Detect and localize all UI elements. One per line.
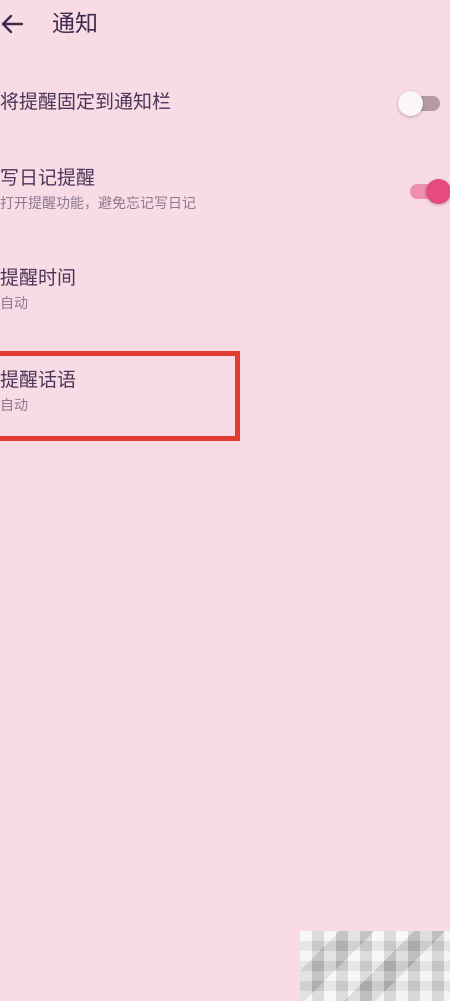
app-bar: 通知 (0, 0, 450, 50)
setting-title: 写日记提醒 (0, 167, 96, 189)
setting-subtitle: 打开提醒功能，避免忘记写日记 (0, 196, 196, 212)
setting-pin-to-notification-bar[interactable]: 将提醒固定到通知栏 (0, 89, 450, 119)
pin-notification-toggle[interactable] (398, 88, 442, 118)
setting-reminder-time[interactable]: 提醒时间 自动 (0, 265, 450, 321)
page-title: 通知 (52, 11, 98, 37)
setting-diary-reminder[interactable]: 写日记提醒 打开提醒功能，避免忘记写日记 (0, 165, 450, 221)
arrow-left-icon (1, 14, 24, 34)
blurred-watermark (300, 931, 450, 1001)
setting-subtitle: 自动 (0, 296, 28, 312)
setting-title: 将提醒固定到通知栏 (0, 91, 172, 113)
toggle-thumb (398, 91, 423, 116)
highlight-annotation-box (0, 351, 240, 441)
toggle-thumb (426, 179, 450, 204)
back-button[interactable] (0, 5, 34, 43)
setting-title: 提醒时间 (0, 267, 77, 289)
diary-reminder-toggle[interactable] (406, 176, 450, 206)
